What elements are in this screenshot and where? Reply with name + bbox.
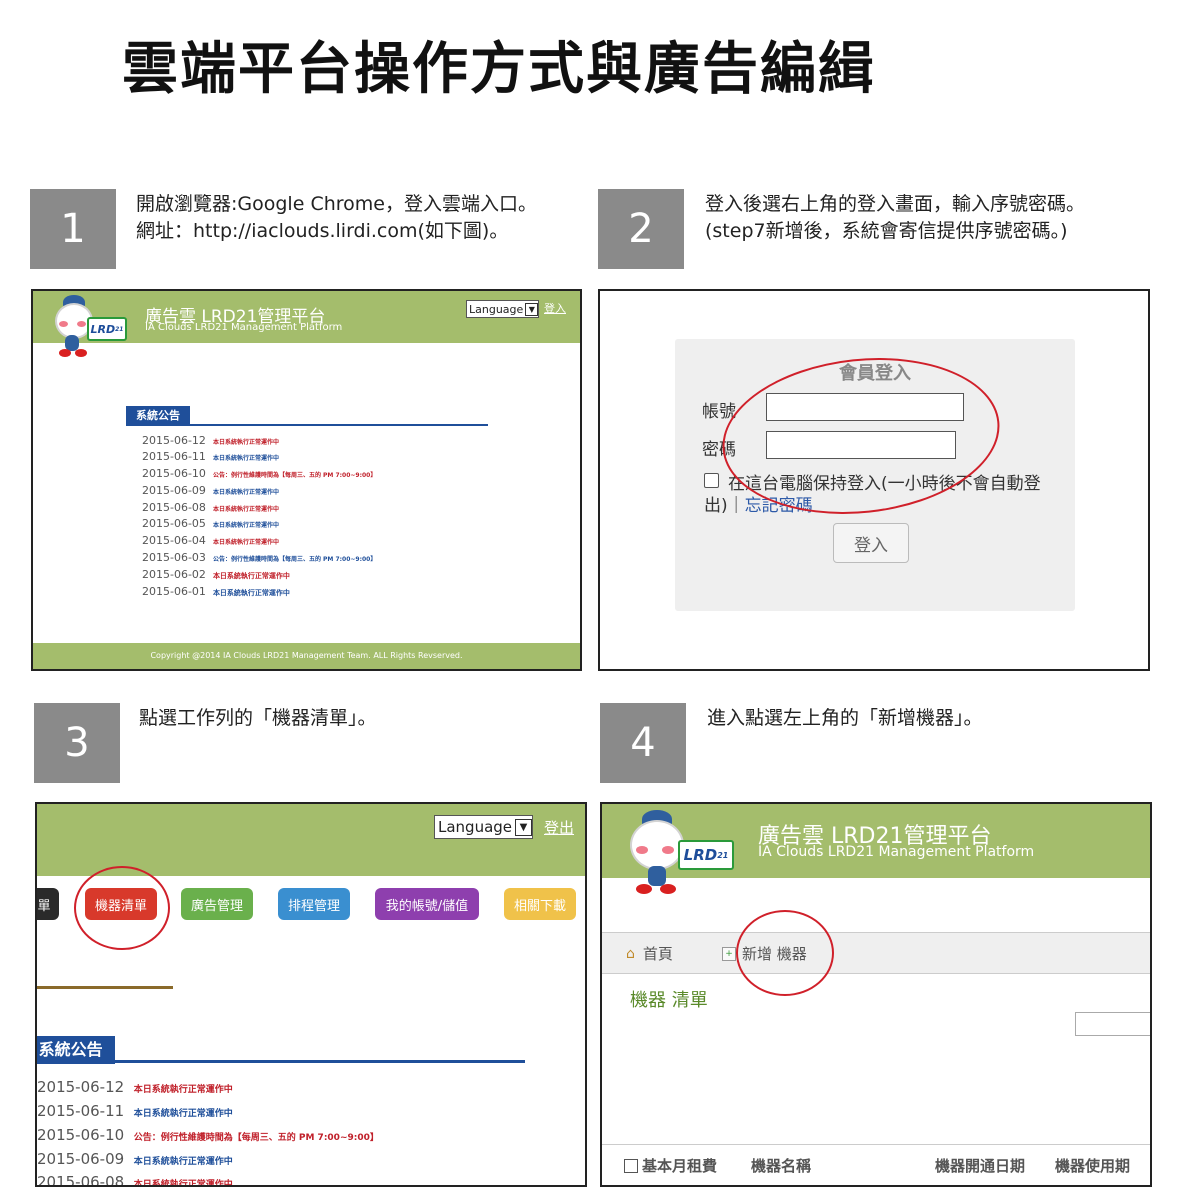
step-number-2: 2 xyxy=(598,189,684,269)
search-input[interactable] xyxy=(1075,1012,1150,1036)
tab-schedule-management[interactable]: 排程管理 xyxy=(278,888,350,920)
screenshot-homepage: LRD 21 廣告雲 LRD21管理平台 IA Clouds LRD21 Mana… xyxy=(31,289,582,671)
language-label: Language xyxy=(438,818,513,836)
column-header: 機器開通日期 xyxy=(935,1157,1026,1175)
screenshot-login: 會員登入 帳號 密碼 在這台電腦保持登入(一小時後不會自動登 出)｜忘記密碼 登… xyxy=(598,289,1150,671)
step-3-description: 點選工作列的「機器清單」。 xyxy=(139,705,377,732)
step-1-description: 開啟瀏覽器:Google Chrome，登入雲端入口。 網址：http://ia… xyxy=(136,191,537,245)
step-number-4: 4 xyxy=(600,703,686,783)
toolbar xyxy=(602,932,1150,974)
step-1-line-1: 開啟瀏覽器:Google Chrome，登入雲端入口。 xyxy=(136,193,537,215)
tab-my-account[interactable]: 我的帳號/儲值 xyxy=(375,888,479,920)
notice-item: 2015-06-12 本日系統執行正常運作中 xyxy=(142,434,279,447)
platform-subtitle: IA Clouds LRD21 Management Platform xyxy=(145,322,343,333)
notice-item: 2015-06-08 本日系統執行正常運作中 xyxy=(37,1173,233,1187)
notice-item: 2015-06-09 本日系統執行正常運作中 xyxy=(37,1150,233,1168)
divider-line xyxy=(37,986,173,989)
notice-item: 2015-06-05 本日系統執行正常運作中 xyxy=(142,517,279,530)
tab-ad-management[interactable]: 廣告管理 xyxy=(181,888,253,920)
machine-list-title: 機器 清單 xyxy=(630,990,708,1011)
footer-copyright: Copyright @2014 IA Clouds LRD21 Manageme… xyxy=(150,651,463,660)
notice-tab: 系統公告 xyxy=(126,406,190,426)
select-all-checkbox[interactable] xyxy=(624,1158,638,1173)
logo-text: LRD xyxy=(683,846,718,864)
chevron-down-icon: ▼ xyxy=(515,818,533,836)
notice-item: 2015-06-01 本日系統執行正常運作中 xyxy=(142,585,290,598)
add-icon: + xyxy=(722,946,736,961)
notice-item: 2015-06-02 本日系統執行正常運作中 xyxy=(142,568,290,581)
tab-cropped[interactable]: 單 xyxy=(37,888,59,920)
remember-checkbox[interactable] xyxy=(704,473,719,488)
tab-downloads[interactable]: 相關下載 xyxy=(504,888,576,920)
mascot-logo: LRD 21 xyxy=(45,295,127,365)
notice-underline xyxy=(126,424,488,426)
notice-item: 2015-06-11 本日系統執行正常運作中 xyxy=(37,1102,233,1120)
notice-item: 2015-06-11 本日系統執行正常運作中 xyxy=(142,450,279,463)
highlight-circle xyxy=(74,866,170,950)
mascot-logo: LRD 21 xyxy=(620,810,740,906)
platform-subtitle: IA Clouds LRD21 Management Platform xyxy=(758,844,1035,860)
notice-underline xyxy=(37,1060,525,1063)
column-header: 機器使用期 xyxy=(1055,1157,1131,1175)
step-1-line-2: 網址：http://iaclouds.lirdi.com(如下圖)。 xyxy=(136,220,509,242)
notice-item: 2015-06-10 公告：例行性維護時間為【每周三、五的 PM 7:00~9:… xyxy=(142,467,377,480)
screenshot-machine-list: LRD 21 廣告雲 LRD21管理平台 IA Clouds LRD21 Mana… xyxy=(600,802,1152,1187)
step-2-line-1: 登入後選右上角的登入畫面，輸入序號密碼。 xyxy=(705,193,1086,215)
column-header: 機器名稱 xyxy=(751,1157,812,1175)
logo-sup: 21 xyxy=(115,325,124,333)
language-select[interactable]: Language ▼ xyxy=(434,815,534,839)
home-icon: ⌂ xyxy=(626,945,635,962)
page-title: 雲端平台操作方式與廣告編緝 xyxy=(122,37,876,102)
highlight-circle xyxy=(736,910,834,996)
screenshot-nav-tabs: Language ▼ 登出 單 機器清單 廣告管理 排程管理 我的帳號/儲值 相… xyxy=(35,802,587,1187)
notice-item: 2015-06-10 公告：例行性維護時間為【每周三、五的 PM 7:00~9:… xyxy=(37,1126,379,1144)
home-label: 首頁 xyxy=(642,945,673,963)
home-link[interactable]: ⌂ 首頁 xyxy=(626,943,673,964)
column-header: 基本月租費 xyxy=(642,1157,718,1175)
step-4-line-1: 進入點選左上角的「新增機器」。 xyxy=(707,707,983,729)
notice-item: 2015-06-03 公告：例行性維護時間為【每周三、五的 PM 7:00~9:… xyxy=(142,551,377,564)
logo-sup: 21 xyxy=(717,850,729,860)
login-link[interactable]: 登入 xyxy=(544,300,566,316)
step-2-line-2: (step7新增後，系統會寄信提供序號密碼。) xyxy=(705,220,1068,242)
step-number-3: 3 xyxy=(34,703,120,783)
language-select[interactable]: Language ▼ xyxy=(466,300,540,318)
step-number-1: 1 xyxy=(30,189,116,269)
notice-item: 2015-06-04 本日系統執行正常運作中 xyxy=(142,534,279,547)
step-2-description: 登入後選右上角的登入畫面，輸入序號密碼。 (step7新增後，系統會寄信提供序號… xyxy=(705,191,1085,245)
step-3-line-1: 點選工作列的「機器清單」。 xyxy=(139,707,377,729)
logout-link[interactable]: 登出 xyxy=(544,817,574,838)
table-header-row: 基本月租費 機器名稱 機器開通日期 機器使用期 xyxy=(624,1155,1130,1176)
table-divider xyxy=(602,1144,1150,1145)
language-label: Language xyxy=(469,302,524,316)
chevron-down-icon: ▼ xyxy=(525,302,539,316)
step-4-description: 進入點選左上角的「新增機器」。 xyxy=(707,705,983,732)
notice-item: 2015-06-12 本日系統執行正常運作中 xyxy=(37,1078,233,1096)
notice-item: 2015-06-08 本日系統執行正常運作中 xyxy=(142,501,279,514)
logo-text: LRD xyxy=(90,322,116,336)
login-submit-button[interactable]: 登入 xyxy=(833,523,909,563)
notice-item: 2015-06-09 本日系統執行正常運作中 xyxy=(142,484,279,497)
